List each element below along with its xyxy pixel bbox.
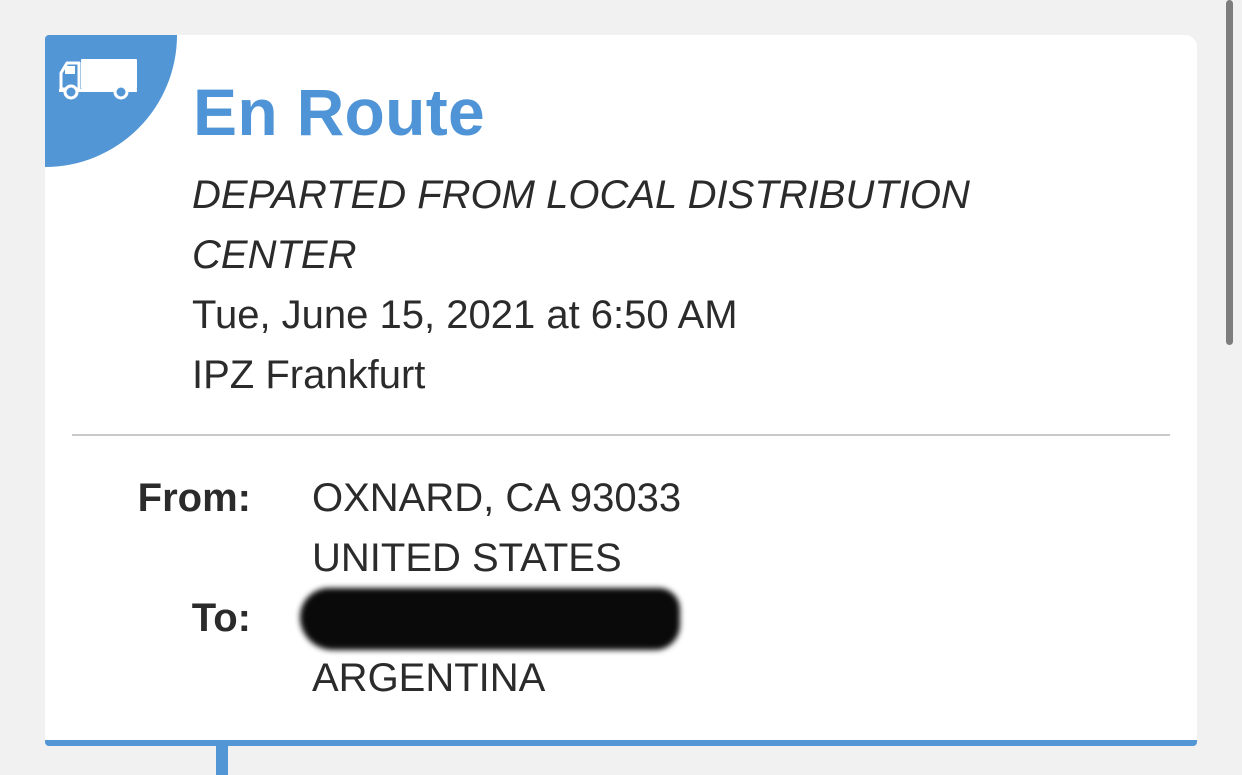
redacted-address <box>300 588 680 650</box>
from-address-country: UNITED STATES <box>312 536 622 580</box>
status-description: DEPARTED FROM LOCAL DISTRIBUTION CENTER <box>192 165 1052 285</box>
status-description-line2: CENTER <box>192 233 357 277</box>
truck-icon <box>59 59 137 100</box>
timeline-connector <box>216 746 228 775</box>
status-description-line1: DEPARTED FROM LOCAL DISTRIBUTION <box>192 173 970 217</box>
from-label: From: <box>137 476 251 520</box>
to-label: To: <box>191 596 251 640</box>
divider <box>72 434 1170 436</box>
scrollbar[interactable] <box>1226 0 1233 345</box>
status-location: IPZ Frankfurt <box>192 353 426 397</box>
to-address-country: ARGENTINA <box>312 656 546 700</box>
status-date-time: Tue, June 15, 2021 at 6:50 AM <box>192 293 738 337</box>
status-title: En Route <box>193 75 486 149</box>
tracking-status-card: En Route DEPARTED FROM LOCAL DISTRIBUTIO… <box>45 35 1197 746</box>
from-address-line1: OXNARD, CA 93033 <box>312 476 682 520</box>
status-icon-badge <box>45 35 177 167</box>
